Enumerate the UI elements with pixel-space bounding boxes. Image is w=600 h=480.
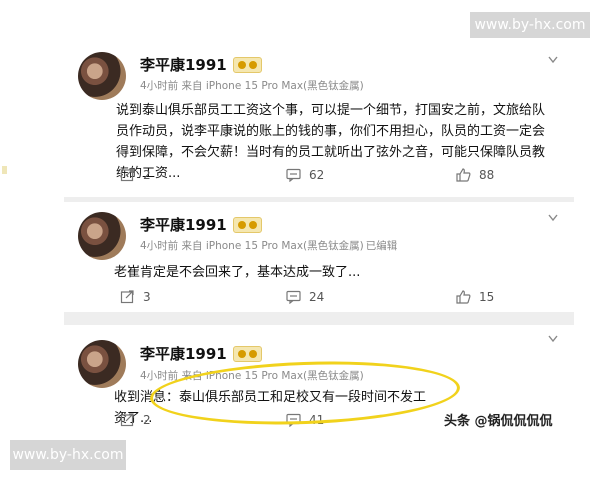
watermark-top: www.by-hx.com [470, 12, 590, 38]
post-actions: 2 62 88 [64, 168, 574, 186]
like-button[interactable]: 88 [456, 168, 494, 182]
vip-badge-icon [232, 56, 262, 73]
repost-icon [120, 168, 134, 182]
chevron-down-icon[interactable] [548, 56, 558, 64]
repost-count: 3 [143, 290, 151, 304]
like-button[interactable]: 15 [456, 290, 494, 304]
avatar[interactable] [78, 340, 126, 388]
post-meta: 4小时前 来自 iPhone 15 Pro Max(黑色钛金属) 已编辑 [140, 240, 398, 252]
post-actions: 3 24 15 [64, 290, 574, 308]
user-name[interactable]: 李平康1991 [140, 343, 227, 364]
repost-count: 2 [143, 168, 151, 182]
like-count: 88 [479, 168, 495, 182]
user-name[interactable]: 李平康1991 [140, 54, 227, 75]
avatar[interactable] [78, 212, 126, 260]
repost-icon [120, 290, 134, 304]
post-header: 李平康1991 [140, 54, 262, 75]
avatar[interactable] [78, 52, 126, 100]
comment-button[interactable]: 24 [286, 290, 324, 304]
edited-label: 已编辑 [365, 240, 398, 252]
chevron-down-icon[interactable] [548, 214, 558, 222]
repost-icon [120, 413, 134, 427]
like-icon [456, 290, 471, 304]
vip-badge-icon [232, 345, 262, 362]
left-edge-mark [2, 166, 7, 174]
user-name[interactable]: 李平康1991 [140, 214, 227, 235]
like-icon [456, 168, 471, 182]
source-tag: 头条 @锅侃侃侃侃 [444, 414, 553, 429]
comment-count: 24 [309, 290, 325, 304]
comment-icon [286, 290, 301, 304]
vip-badge-icon [232, 216, 262, 233]
post-header: 李平康1991 [140, 343, 262, 364]
post-header: 李平康1991 [140, 214, 262, 235]
repost-button[interactable]: 3 [120, 290, 151, 304]
like-count: 15 [479, 290, 495, 304]
comment-icon [286, 168, 301, 182]
post-card[interactable]: 李平康1991 4小时前 来自 iPhone 15 Pro Max(黑色钛金属)… [64, 202, 574, 312]
comment-count: 62 [309, 168, 325, 182]
comment-button[interactable]: 62 [286, 168, 324, 182]
repost-button[interactable]: 2 [120, 168, 151, 182]
watermark-bottom: www.by-hx.com [10, 440, 126, 470]
post-content: 老崔肯定是不会回来了，基本达成一致了... [114, 265, 361, 280]
repost-button[interactable]: 2 [120, 413, 151, 427]
post-card[interactable]: 李平康1991 4小时前 来自 iPhone 15 Pro Max(黑色钛金属)… [64, 42, 574, 197]
post-meta: 4小时前 来自 iPhone 15 Pro Max(黑色钛金属) [140, 80, 364, 92]
repost-count: 2 [143, 413, 151, 427]
chevron-down-icon[interactable] [548, 335, 558, 343]
